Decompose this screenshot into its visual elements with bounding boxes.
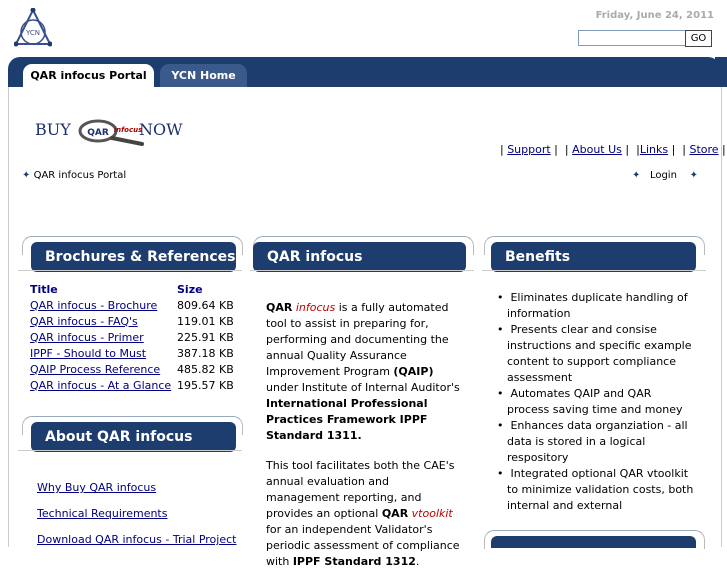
login-link[interactable]: Login — [650, 170, 677, 181]
logo-text: YCN — [25, 29, 40, 37]
technical-requirements-link[interactable]: Technical Requirements — [37, 507, 167, 520]
doc-size: 809.64 KB — [177, 298, 234, 312]
doc-size: 387.18 KB — [177, 346, 234, 360]
list-item: • Enhances data organziation - all data … — [497, 419, 688, 464]
tab-ycn-home[interactable]: YCN Home — [160, 64, 247, 87]
next-panel-heading-bar — [491, 536, 696, 548]
banner-logo-brand: infocus — [114, 126, 143, 134]
doc-link[interactable]: QAR infocus - Primer — [30, 331, 144, 344]
divider — [250, 270, 474, 271]
diamond-icon: ✦ — [22, 170, 31, 181]
brochures-heading: Brochures & References — [31, 242, 236, 272]
banner-buy: BUY — [35, 120, 71, 139]
support-link[interactable]: Support — [507, 143, 550, 156]
links-link[interactable]: Links — [640, 143, 668, 156]
list-item: • Eliminates duplicate handling of infor… — [497, 291, 688, 320]
benefits-heading: Benefits — [491, 242, 696, 272]
why-buy-link[interactable]: Why Buy QAR infocus — [37, 481, 156, 494]
store-link[interactable]: Store — [689, 143, 718, 156]
table-row: IPPF - Should to Must 387.18 KB — [30, 345, 234, 361]
download-trial-link[interactable]: Download QAR infocus - Trial Project — [37, 533, 236, 546]
magnifier-icon: QAR infocus — [78, 119, 144, 146]
table-row: QAR infocus - FAQ's 119.01 KB — [30, 313, 234, 329]
doc-link[interactable]: QAR infocus - Brochure — [30, 299, 157, 312]
doc-link[interactable]: IPPF - Should to Must — [30, 347, 146, 360]
tab-bar-edge — [715, 57, 727, 87]
doc-link[interactable]: QAR infocus - At a Glance — [30, 379, 171, 392]
about-heading: About QAR infocus — [31, 422, 236, 452]
list-item: • Automates QAIP and QAR process saving … — [497, 387, 683, 416]
main-content: QAR infocus is a fully automated tool to… — [266, 300, 466, 570]
tab-qar-infocus-portal[interactable]: QAR infocus Portal — [23, 64, 154, 87]
facilitates-paragraph: This tool facilitates both the CAE's ann… — [266, 459, 460, 568]
divider — [18, 270, 242, 271]
banner-now: NOW — [139, 120, 183, 139]
about-us-link[interactable]: About Us — [572, 143, 622, 156]
top-links: | Support | | About Us | |Links | | Stor… — [500, 143, 726, 156]
doc-size: 485.82 KB — [177, 362, 234, 376]
main-heading: QAR infocus — [253, 242, 466, 272]
table-row: QAR infocus - Brochure 809.64 KB — [30, 297, 234, 313]
brochures-table: Title Size QAR infocus - Brochure 809.64 … — [30, 281, 234, 393]
divider — [18, 450, 242, 451]
benefits-list: • Eliminates duplicate handling of infor… — [497, 290, 695, 514]
intro-paragraph: QAR infocus is a fully automated tool to… — [266, 301, 460, 442]
doc-size: 225.91 KB — [177, 330, 234, 344]
diamond-icon: ✦ — [689, 170, 699, 181]
breadcrumb-label: QAR infocus Portal — [33, 170, 127, 181]
login-area: ✦ Login ✦ — [632, 170, 698, 181]
current-date: Friday, June 24, 2011 — [595, 10, 714, 21]
doc-size: 195.57 KB — [177, 378, 234, 392]
list-item: • Presents clear and consise instruction… — [497, 323, 692, 384]
diamond-icon: ✦ — [632, 170, 641, 181]
table-row: QAR infocus - At a Glance 195.57 KB — [30, 377, 234, 393]
col-title-header: Title — [30, 282, 58, 296]
ycn-logo[interactable]: YCN — [13, 7, 53, 50]
doc-link[interactable]: QAR infocus - FAQ's — [30, 315, 138, 328]
banner-logo-mid: QAR — [87, 128, 109, 138]
go-button[interactable]: GO — [685, 30, 712, 47]
table-row: QAR infocus - Primer 225.91 KB — [30, 329, 234, 345]
list-item: • Integrated optional QAR vtoolkit to mi… — [497, 467, 694, 512]
doc-link[interactable]: QAIP Process Reference — [30, 363, 160, 376]
doc-size: 119.01 KB — [177, 314, 234, 328]
col-size-header: Size — [177, 282, 203, 296]
divider — [482, 270, 706, 271]
search-input[interactable] — [578, 30, 688, 46]
table-row: QAIP Process Reference 485.82 KB — [30, 361, 234, 377]
breadcrumb: ✦ QAR infocus Portal — [22, 170, 126, 181]
